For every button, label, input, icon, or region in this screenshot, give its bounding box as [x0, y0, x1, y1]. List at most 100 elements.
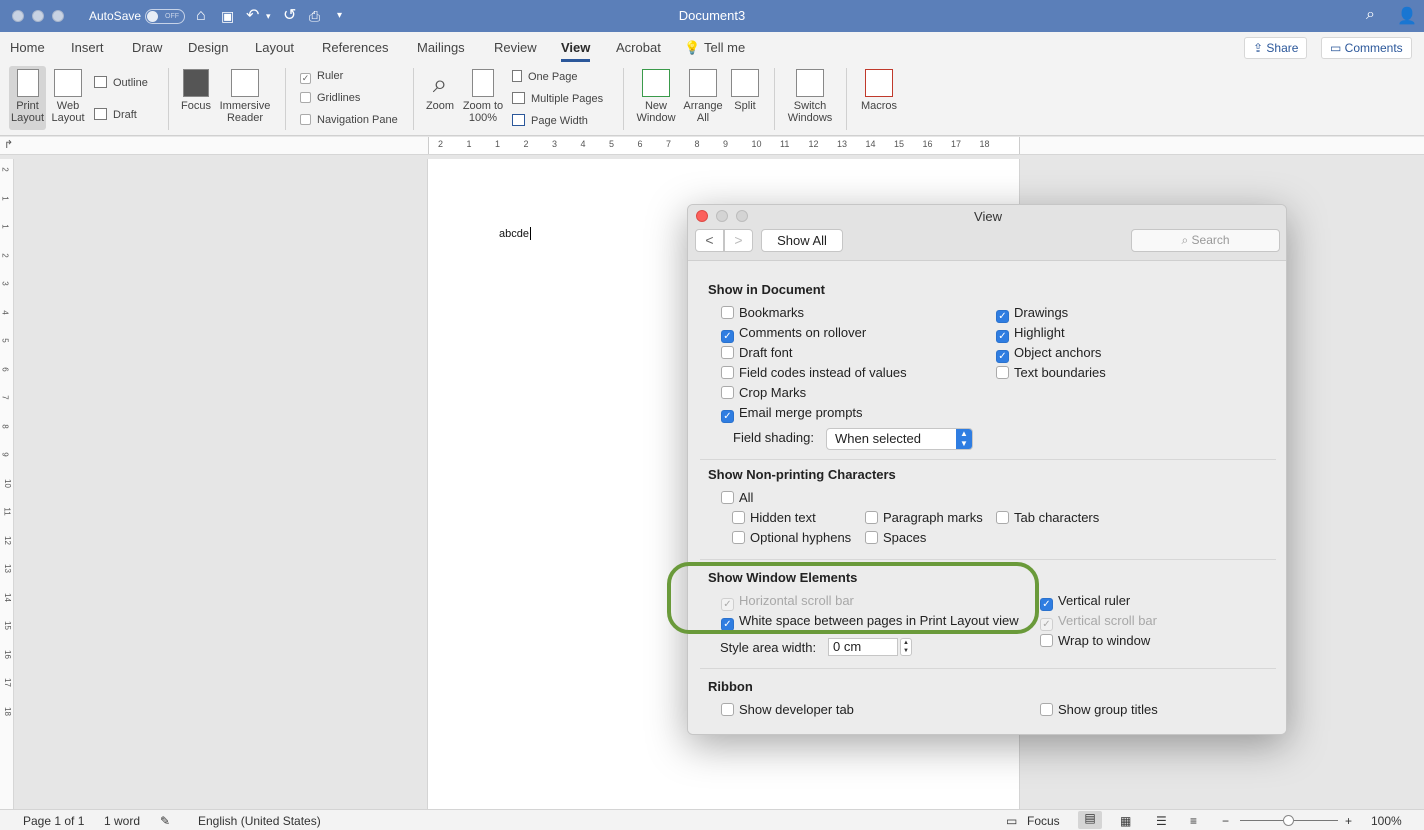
zoom-100-button[interactable]: Zoom to 100%	[461, 69, 505, 124]
zoom-slider-thumb[interactable]	[1283, 815, 1294, 826]
tab-characters-checkbox[interactable]: Tab characters	[996, 510, 1099, 525]
focus-mode-icon[interactable]: ▭	[1006, 814, 1017, 828]
draft-font-checkbox[interactable]: Draft font	[721, 345, 792, 360]
tab-acrobat[interactable]: Acrobat	[616, 40, 661, 55]
hidden-text-checkbox[interactable]: Hidden text	[732, 510, 816, 525]
paragraph-marks-checkbox[interactable]: Paragraph marks	[865, 510, 983, 525]
optional-hyphens-label: Optional hyphens	[750, 530, 852, 545]
focus-button[interactable]: Focus	[179, 69, 213, 112]
document-text[interactable]: abcde	[499, 227, 531, 240]
web-layout-button[interactable]: Web Layout	[50, 69, 86, 124]
preferences-search-input[interactable]: ⌕ Search	[1131, 229, 1280, 252]
vertical-ruler-checkbox[interactable]: ✓ Vertical ruler	[1040, 593, 1130, 611]
ruler-number: 16	[922, 139, 933, 149]
multiple-pages-button[interactable]: Multiple Pages	[512, 92, 603, 105]
vertical-ruler[interactable]: 2 1 1 2 3 4 5 6 7 8 9 10 11 12 13 14 15 16 17 18	[0, 159, 14, 809]
horizontal-ruler[interactable]: ↱ 2 1 1 2 3 4 5 6 7 8 9 10 11 12 13 14 15 16 17 18	[0, 137, 1424, 155]
arrange-all-button[interactable]: Arrange All	[682, 69, 724, 124]
gridlines-checkbox[interactable]: Gridlines	[300, 92, 360, 104]
web-layout-icon	[54, 69, 82, 97]
style-area-width-stepper[interactable]: ▲ ▼	[900, 638, 912, 656]
zoom-percent[interactable]: 100%	[1371, 814, 1402, 828]
optional-hyphens-checkbox[interactable]: Optional hyphens	[732, 530, 851, 545]
zoom-button[interactable]: ⌕ Zoom	[423, 69, 457, 112]
page-width-button[interactable]: Page Width	[512, 114, 588, 127]
macros-button[interactable]: Macros	[857, 69, 901, 112]
field-codes-label: Field codes instead of values	[739, 365, 907, 380]
style-area-width-input[interactable]: 0 cm	[828, 638, 898, 656]
immersive-reader-button[interactable]: Immersive Reader	[217, 69, 273, 124]
tab-mailings[interactable]: Mailings	[417, 40, 465, 55]
tab-review[interactable]: Review	[494, 40, 537, 55]
back-button[interactable]: <	[695, 229, 724, 252]
text-boundaries-checkbox[interactable]: Text boundaries	[996, 365, 1106, 380]
email-merge-prompts-checkbox[interactable]: ✓ Email merge prompts	[721, 405, 863, 423]
split-button[interactable]: Split	[729, 69, 761, 112]
language-label[interactable]: English (United States)	[198, 814, 321, 828]
macros-icon	[865, 69, 893, 97]
outline-icon	[94, 76, 107, 88]
show-developer-tab-checkbox[interactable]: Show developer tab	[721, 702, 854, 717]
tab-design[interactable]: Design	[188, 40, 228, 55]
vertical-scroll-bar-checkbox: ✓ Vertical scroll bar	[1040, 613, 1157, 631]
web-layout-view-icon[interactable]: ▦	[1120, 814, 1131, 828]
focus-mode-label[interactable]: Focus	[1027, 814, 1060, 828]
ruler-number: 4	[580, 139, 586, 149]
spaces-checkbox[interactable]: Spaces	[865, 530, 926, 545]
checkmark-icon: ✓	[1040, 618, 1053, 631]
switch-windows-button[interactable]: Switch Windows	[785, 69, 835, 124]
document-title: Document3	[678, 8, 746, 23]
checkmark-icon: ✓	[721, 598, 734, 611]
comments-on-rollover-checkbox[interactable]: ✓ Comments on rollover	[721, 325, 866, 343]
highlight-checkbox[interactable]: ✓ Highlight	[996, 325, 1065, 343]
search-placeholder: Search	[1191, 233, 1230, 247]
page-count[interactable]: Page 1 of 1	[23, 814, 84, 828]
checkbox-box	[996, 366, 1009, 379]
bookmarks-checkbox[interactable]: Bookmarks	[721, 305, 804, 320]
comments-button[interactable]: ▭ Comments	[1321, 37, 1412, 59]
tab-stop-icon[interactable]: ↱	[4, 138, 13, 151]
share-button[interactable]: ⇪ Share	[1244, 37, 1308, 59]
show-all-button[interactable]: Show All	[761, 229, 843, 252]
tab-view[interactable]: View	[561, 40, 591, 62]
print-layout-view-icon[interactable]: ▤	[1078, 811, 1102, 829]
outline-view-icon[interactable]: ☰	[1156, 814, 1167, 828]
ribbon-divider	[846, 68, 847, 130]
navigation-pane-checkbox[interactable]: Navigation Pane	[300, 114, 398, 126]
field-codes-checkbox[interactable]: Field codes instead of values	[721, 365, 907, 380]
zoom-in-icon[interactable]: +	[1345, 814, 1352, 828]
outline-button[interactable]: Outline	[94, 76, 148, 89]
new-window-button[interactable]: New Window	[634, 69, 678, 124]
ruler-checkbox[interactable]: ✓ Ruler	[300, 70, 343, 84]
drawings-checkbox[interactable]: ✓ Drawings	[996, 305, 1068, 323]
ruler-number: 11	[780, 139, 790, 149]
print-layout-button[interactable]: Print Layout	[9, 66, 46, 130]
field-shading-select[interactable]: When selected ▲ ▼	[826, 428, 973, 450]
show-group-titles-checkbox[interactable]: Show group titles	[1040, 702, 1158, 717]
checkbox-box	[1040, 703, 1053, 716]
tell-me-search[interactable]: Tell me	[704, 40, 745, 55]
zoom-label: Zoom	[425, 100, 455, 112]
one-page-button[interactable]: One Page	[512, 70, 578, 83]
wrap-to-window-checkbox[interactable]: Wrap to window	[1040, 633, 1150, 648]
tab-references[interactable]: References	[322, 40, 388, 55]
checkbox-box	[721, 703, 734, 716]
tab-draw[interactable]: Draw	[132, 40, 162, 55]
word-count[interactable]: 1 word	[104, 814, 140, 828]
tab-insert[interactable]: Insert	[71, 40, 104, 55]
focus-label: Focus	[181, 100, 211, 112]
object-anchors-checkbox[interactable]: ✓ Object anchors	[996, 345, 1101, 363]
account-icon[interactable]: 👤	[1397, 6, 1417, 26]
draft-view-icon[interactable]: ≡	[1190, 814, 1197, 828]
tab-layout[interactable]: Layout	[255, 40, 294, 55]
checkmark-icon: ✓	[996, 350, 1009, 363]
draft-button[interactable]: Draft	[94, 108, 137, 121]
forward-button[interactable]: >	[724, 229, 753, 252]
zoom-out-icon[interactable]: −	[1222, 814, 1229, 828]
white-space-between-pages-checkbox[interactable]: ✓ White space between pages in Print Layo…	[721, 613, 1019, 631]
all-checkbox[interactable]: All	[721, 490, 753, 505]
tab-home[interactable]: Home	[10, 40, 45, 55]
crop-marks-checkbox[interactable]: Crop Marks	[721, 385, 806, 400]
search-icon[interactable]: ⌕	[1366, 6, 1375, 24]
proofing-icon[interactable]: ✎	[160, 814, 170, 828]
